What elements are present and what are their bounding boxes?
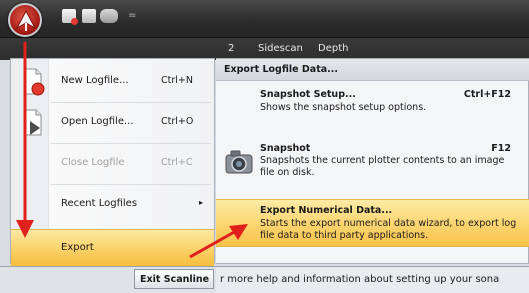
submenu-header: Export Logfile Data... — [216, 59, 529, 81]
submenu-item-description: Shows the snapshot setup options. — [260, 102, 427, 113]
submenu-item-shortcut: Ctrl+F12 — [463, 89, 511, 100]
menu-separator — [51, 143, 211, 144]
menu-item-new-logfile[interactable]: New Logfile... Ctrl+N — [11, 63, 214, 101]
status-bar: Exit Scanline r more help and informatio… — [0, 266, 529, 293]
menu-item-label: New Logfile... — [61, 75, 129, 86]
menu-item-shortcut: Ctrl+C — [161, 157, 193, 168]
ribbon-tab-strip: 2 Sidescan Depth — [0, 38, 529, 60]
export-submenu: Export Logfile Data... Snapshot Setup...… — [216, 58, 529, 264]
camera-icon — [224, 147, 254, 180]
exit-scanline-button[interactable]: Exit Scanline — [134, 269, 214, 289]
app-logo-icon — [15, 9, 37, 31]
new-file-quick-icon[interactable] — [62, 9, 78, 25]
submenu-item-title: Snapshot — [260, 143, 311, 154]
submenu-item-snapshot[interactable]: Snapshot F12 Snapshots the current plott… — [216, 139, 529, 191]
save-quick-icon[interactable] — [82, 9, 96, 23]
open-logfile-icon — [21, 109, 45, 140]
submenu-arrow-icon: ▸ — [199, 198, 204, 207]
status-help-text: r more help and information about settin… — [220, 274, 500, 285]
submenu-item-export-numerical-data[interactable]: Export Numerical Data... Starts the expo… — [216, 199, 529, 247]
tab-depth[interactable]: Depth — [318, 43, 348, 54]
menu-separator — [51, 102, 211, 103]
menu-item-label: Open Logfile... — [61, 116, 134, 127]
menu-separator — [51, 184, 211, 185]
menu-item-shortcut: Ctrl+N — [161, 75, 193, 86]
submenu-item-shortcut: F12 — [491, 143, 511, 154]
submenu-item-snapshot-setup[interactable]: Snapshot Setup... Ctrl+F12 Shows the sna… — [216, 85, 529, 125]
title-bar: = — [0, 0, 529, 38]
menu-item-shortcut: Ctrl+O — [161, 116, 194, 127]
submenu-header-label: Export Logfile Data... — [224, 64, 338, 75]
menu-item-label: Export — [61, 242, 94, 253]
submenu-item-title: Snapshot Setup... — [260, 89, 356, 100]
submenu-item-title: Export Numerical Data... — [260, 205, 393, 216]
new-logfile-icon — [21, 68, 45, 99]
application-menu-button[interactable] — [8, 3, 42, 37]
tab-partial[interactable]: 2 — [228, 43, 234, 54]
application-menu: New Logfile... Ctrl+N Open Logfile... Ct… — [10, 58, 215, 267]
quick-access-dropdown[interactable]: = — [128, 10, 136, 21]
menu-item-label: Close Logfile — [61, 157, 125, 168]
tab-sidescan[interactable]: Sidescan — [258, 43, 303, 54]
menu-item-open-logfile[interactable]: Open Logfile... Ctrl+O — [11, 104, 214, 142]
menu-item-label: Recent Logfiles — [61, 198, 138, 209]
menu-item-close-logfile: Close Logfile Ctrl+C — [11, 145, 214, 183]
submenu-item-description: Starts the export numerical data wizard,… — [260, 218, 517, 241]
comment-quick-icon[interactable] — [100, 9, 118, 23]
submenu-item-description: Snapshots the current plotter contents t… — [260, 155, 505, 178]
menu-item-export[interactable]: Export — [11, 229, 214, 267]
menu-item-recent-logfiles[interactable]: Recent Logfiles ▸ — [11, 186, 214, 224]
